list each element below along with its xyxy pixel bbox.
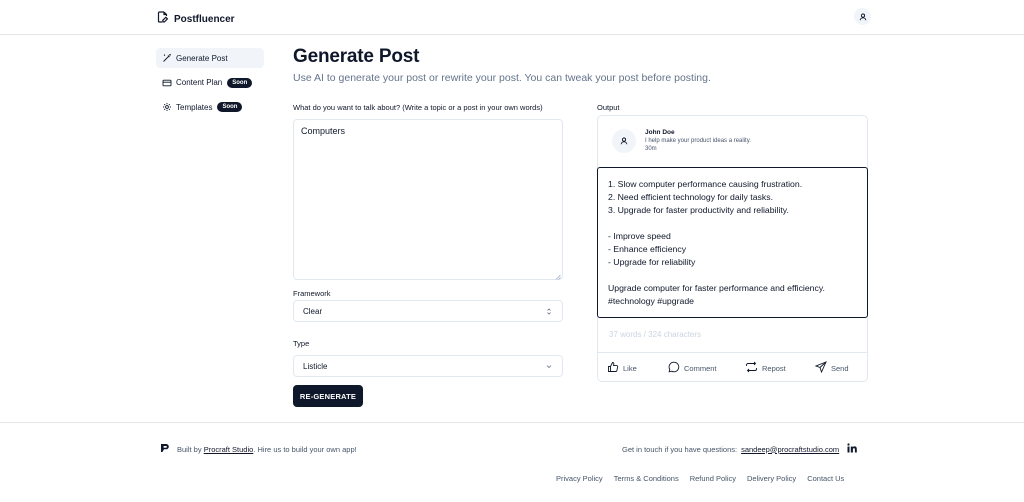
post-line: 1. Slow computer performance causing fru… — [608, 179, 803, 189]
post-line: 2. Need efficient technology for daily t… — [608, 192, 773, 202]
gear-icon — [162, 102, 172, 112]
contact-email-link[interactable]: sandeep@procraftstudio.com — [741, 445, 839, 454]
credit-card-icon — [162, 78, 172, 88]
avatar — [612, 129, 636, 153]
output-post-card: John Doe I help make your product ideas … — [597, 115, 868, 382]
built-suffix: . Hire us to build your own app! — [253, 444, 357, 454]
procraft-studio-link[interactable]: Procraft Studio — [204, 445, 254, 454]
procraft-logo-icon — [160, 443, 170, 455]
privacy-policy-link[interactable]: Privacy Policy — [556, 474, 603, 483]
post-line: - Enhance efficiency — [608, 244, 687, 254]
post-line: #technology #upgrade — [608, 296, 694, 306]
framework-label: Framework — [293, 289, 331, 298]
post-line: 3. Upgrade for faster productivity and r… — [608, 205, 789, 215]
type-label: Type — [293, 339, 310, 348]
user-icon — [859, 8, 867, 26]
post-actions-bar: Like Comment Repost Send — [598, 352, 867, 382]
send-label: Send — [831, 363, 849, 373]
page-subtitle: Use AI to generate your post or rewrite … — [293, 72, 711, 84]
sidebar-item-label: Templates — [176, 102, 213, 112]
post-line — [608, 269, 857, 282]
comment-icon — [668, 361, 680, 375]
type-select[interactable]: Listicle — [293, 355, 563, 377]
contact-us-link[interactable]: Contact Us — [807, 474, 844, 483]
sidebar-item-label: Generate Post — [176, 53, 228, 63]
post-time: 30m — [645, 146, 657, 152]
user-menu-button[interactable] — [854, 8, 871, 25]
topic-textarea[interactable]: Computers — [293, 119, 563, 280]
contact-prefix: Get in touch if you have questions: — [622, 444, 738, 454]
post-line: - Upgrade for reliability — [608, 257, 696, 267]
soon-badge: Soon — [227, 77, 253, 88]
send-button[interactable]: Send — [814, 361, 849, 375]
repost-icon — [745, 361, 758, 375]
regenerate-button[interactable]: RE-GENERATE — [293, 385, 363, 407]
footer-contact: Get in touch if you have questions: sand… — [622, 443, 858, 455]
repost-label: Repost — [762, 363, 786, 373]
delivery-policy-link[interactable]: Delivery Policy — [747, 474, 796, 483]
page-title: Generate Post — [293, 46, 420, 67]
refund-policy-link[interactable]: Refund Policy — [690, 474, 736, 483]
resize-handle-icon[interactable] — [555, 272, 561, 280]
brand-name: Postfluencer — [174, 13, 235, 25]
post-line: Upgrade computer for faster performance … — [608, 283, 825, 293]
post-line — [608, 217, 857, 230]
topic-label: What do you want to talk about? (Write a… — [293, 103, 543, 112]
thumbs-up-icon — [607, 361, 619, 375]
document-edit-icon — [157, 10, 169, 28]
post-editor[interactable]: 1. Slow computer performance causing fru… — [597, 167, 868, 318]
post-line: - Improve speed — [608, 231, 671, 241]
framework-value: Clear — [303, 306, 323, 316]
top-header: Postfluencer — [0, 0, 1024, 35]
footer-links: Privacy Policy Terms & Conditions Refund… — [556, 474, 844, 483]
author-name: John Doe — [645, 129, 675, 136]
author-tagline: I help make your product ideas a reality… — [645, 138, 751, 144]
soon-badge: Soon — [217, 102, 243, 112]
like-button[interactable]: Like — [607, 361, 637, 375]
topic-value: Computers — [301, 126, 346, 136]
footer-credit-text: Built by Procraft Studio. Hire us to bui… — [177, 445, 357, 454]
linkedin-icon[interactable] — [847, 443, 858, 455]
comment-label: Comment — [684, 363, 717, 373]
magic-wand-icon — [162, 53, 172, 63]
sidebar-item-content-plan[interactable]: Content Plan Soon — [156, 73, 264, 93]
footer-divider — [0, 422, 1024, 423]
sidebar-item-generate-post[interactable]: Generate Post — [156, 48, 264, 68]
like-label: Like — [623, 363, 637, 373]
sidebar: Generate Post Content Plan Soon Template… — [156, 48, 264, 122]
type-value: Listicle — [303, 361, 328, 371]
comment-button[interactable]: Comment — [668, 361, 717, 375]
built-prefix: Built by — [177, 444, 202, 454]
brand-logo-link[interactable]: Postfluencer — [157, 10, 235, 28]
word-count: 37 words / 324 characters — [609, 330, 702, 339]
sidebar-item-templates[interactable]: Templates Soon — [156, 97, 264, 117]
chevron-up-down-icon — [545, 307, 553, 318]
repost-button[interactable]: Repost — [745, 361, 786, 375]
chevron-down-icon — [545, 362, 553, 373]
user-icon — [620, 132, 628, 150]
framework-select[interactable]: Clear — [293, 300, 563, 322]
footer-credit: Built by Procraft Studio. Hire us to bui… — [160, 443, 357, 455]
output-label: Output — [597, 103, 620, 112]
send-icon — [814, 361, 827, 375]
sidebar-item-label: Content Plan — [176, 78, 223, 87]
terms-link[interactable]: Terms & Conditions — [614, 474, 679, 483]
